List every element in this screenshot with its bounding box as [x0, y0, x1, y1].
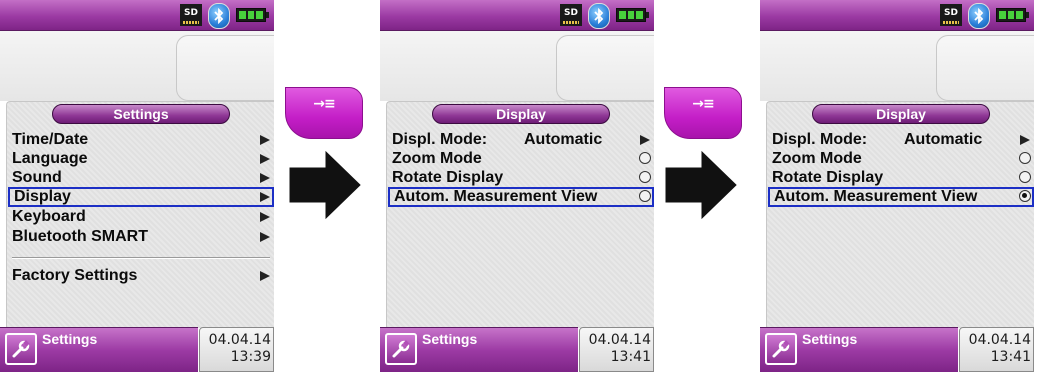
battery-full-icon — [616, 8, 649, 22]
header-tab — [556, 35, 654, 101]
submenu-arrow-icon — [260, 212, 270, 222]
bluetooth-icon — [588, 3, 610, 29]
menu-item[interactable]: Bluetooth SMART — [8, 227, 274, 247]
enter-key-label: →≡ — [313, 96, 335, 112]
menu-item-label: Rotate Display — [392, 169, 504, 186]
status-bar: SD — [760, 0, 1034, 31]
menu-item-label: Rotate Display — [772, 169, 884, 186]
menu-item[interactable]: Zoom Mode — [388, 149, 654, 169]
device-screen: SD Display Displ. Mode: Automatic Zoom Mode R… — [380, 0, 654, 372]
bottom-bar-label: Settings — [42, 331, 98, 347]
radio-unchecked-icon[interactable] — [639, 171, 651, 183]
header-tab — [936, 35, 1034, 101]
right-arrow-icon — [288, 150, 362, 225]
menu-item[interactable]: Sound — [8, 168, 274, 188]
radio-unchecked-icon[interactable] — [639, 190, 651, 202]
menu-item-value: Automatic — [524, 131, 603, 148]
menu-item-label: Display — [14, 188, 71, 205]
date-text: 04.04.14 — [208, 332, 271, 348]
submenu-arrow-icon — [260, 192, 270, 202]
sd-card-icon: SD — [560, 4, 582, 26]
radio-checked-icon[interactable] — [1019, 190, 1031, 202]
submenu-arrow-icon — [260, 135, 270, 145]
device-screen: SD Display Displ. Mode: Automatic Zoom Mode R… — [760, 0, 1034, 372]
enter-key-icon: →≡ — [664, 87, 742, 139]
submenu-arrow-icon — [260, 154, 270, 164]
bluetooth-icon — [208, 3, 230, 29]
header-area — [380, 31, 654, 101]
menu-item-label: Displ. Mode: — [772, 131, 868, 148]
wrench-icon[interactable] — [385, 333, 417, 365]
menu-item[interactable]: Time/Date — [8, 130, 274, 150]
menu-item[interactable]: Rotate Display — [388, 168, 654, 188]
menu-item[interactable]: Zoom Mode — [768, 149, 1034, 169]
menu-item-label: Time/Date — [12, 131, 89, 148]
menu-item[interactable]: Display — [8, 187, 274, 207]
menu-item-label: Language — [12, 150, 88, 167]
sd-card-icon: SD — [940, 4, 962, 26]
menu-item[interactable]: Rotate Display — [768, 168, 1034, 188]
menu-item-label: Bluetooth SMART — [12, 228, 148, 245]
submenu-arrow-icon — [640, 135, 650, 145]
menu-item[interactable]: Language — [8, 149, 274, 169]
menu-item[interactable]: Autom. Measurement View — [768, 187, 1034, 207]
bottom-bar-label: Settings — [422, 331, 478, 347]
header-area — [0, 31, 274, 101]
date-time-display: 04.04.14 13:41 — [579, 327, 654, 372]
menu-item[interactable]: Displ. Mode: Automatic — [768, 130, 1034, 150]
date-time-display: 04.04.14 13:39 — [199, 327, 274, 372]
wrench-icon[interactable] — [5, 333, 37, 365]
date-time-display: 04.04.14 13:41 — [959, 327, 1034, 372]
device-screen: SD Settings Time/Date Language Sound Display K… — [0, 0, 274, 372]
menu-item-label: Autom. Measurement View — [774, 188, 978, 205]
sd-card-icon: SD — [180, 4, 202, 26]
date-text: 04.04.14 — [968, 332, 1031, 348]
battery-full-icon — [236, 8, 269, 22]
menu-divider — [12, 257, 270, 259]
submenu-arrow-icon — [260, 173, 270, 183]
time-text: 13:41 — [610, 349, 651, 365]
enter-key-icon: →≡ — [285, 87, 363, 139]
menu-item[interactable]: Autom. Measurement View — [388, 187, 654, 207]
header-area — [760, 31, 1034, 101]
time-text: 13:41 — [990, 349, 1031, 365]
menu-item-label: Factory Settings — [12, 267, 138, 284]
menu-item-label: Autom. Measurement View — [394, 188, 598, 205]
menu-item-label: Displ. Mode: — [392, 131, 488, 148]
menu-item-label: Keyboard — [12, 208, 86, 225]
radio-unchecked-icon[interactable] — [639, 152, 651, 164]
panel-title: Display — [812, 104, 990, 124]
radio-unchecked-icon[interactable] — [1019, 171, 1031, 183]
bluetooth-icon — [968, 3, 990, 29]
wrench-icon[interactable] — [765, 333, 797, 365]
time-text: 13:39 — [230, 349, 271, 365]
menu-item[interactable]: Keyboard — [8, 207, 274, 227]
status-bar: SD — [380, 0, 654, 31]
menu-item-value: Automatic — [904, 131, 983, 148]
right-arrow-icon — [664, 150, 738, 225]
panel-title: Settings — [52, 104, 230, 124]
header-tab — [176, 35, 274, 101]
submenu-arrow-icon — [260, 271, 270, 281]
submenu-arrow-icon — [1020, 135, 1030, 145]
menu-item[interactable]: Factory Settings — [8, 266, 274, 286]
status-bar: SD — [0, 0, 274, 31]
menu-item[interactable]: Displ. Mode: Automatic — [388, 130, 654, 150]
battery-full-icon — [996, 8, 1029, 22]
panel-title: Display — [432, 104, 610, 124]
bottom-bar-label: Settings — [802, 331, 858, 347]
submenu-arrow-icon — [260, 232, 270, 242]
menu-item-label: Zoom Mode — [772, 150, 862, 167]
menu-item-label: Zoom Mode — [392, 150, 482, 167]
menu-item-label: Sound — [12, 169, 62, 186]
radio-unchecked-icon[interactable] — [1019, 152, 1031, 164]
date-text: 04.04.14 — [588, 332, 651, 348]
enter-key-label: →≡ — [692, 96, 714, 112]
